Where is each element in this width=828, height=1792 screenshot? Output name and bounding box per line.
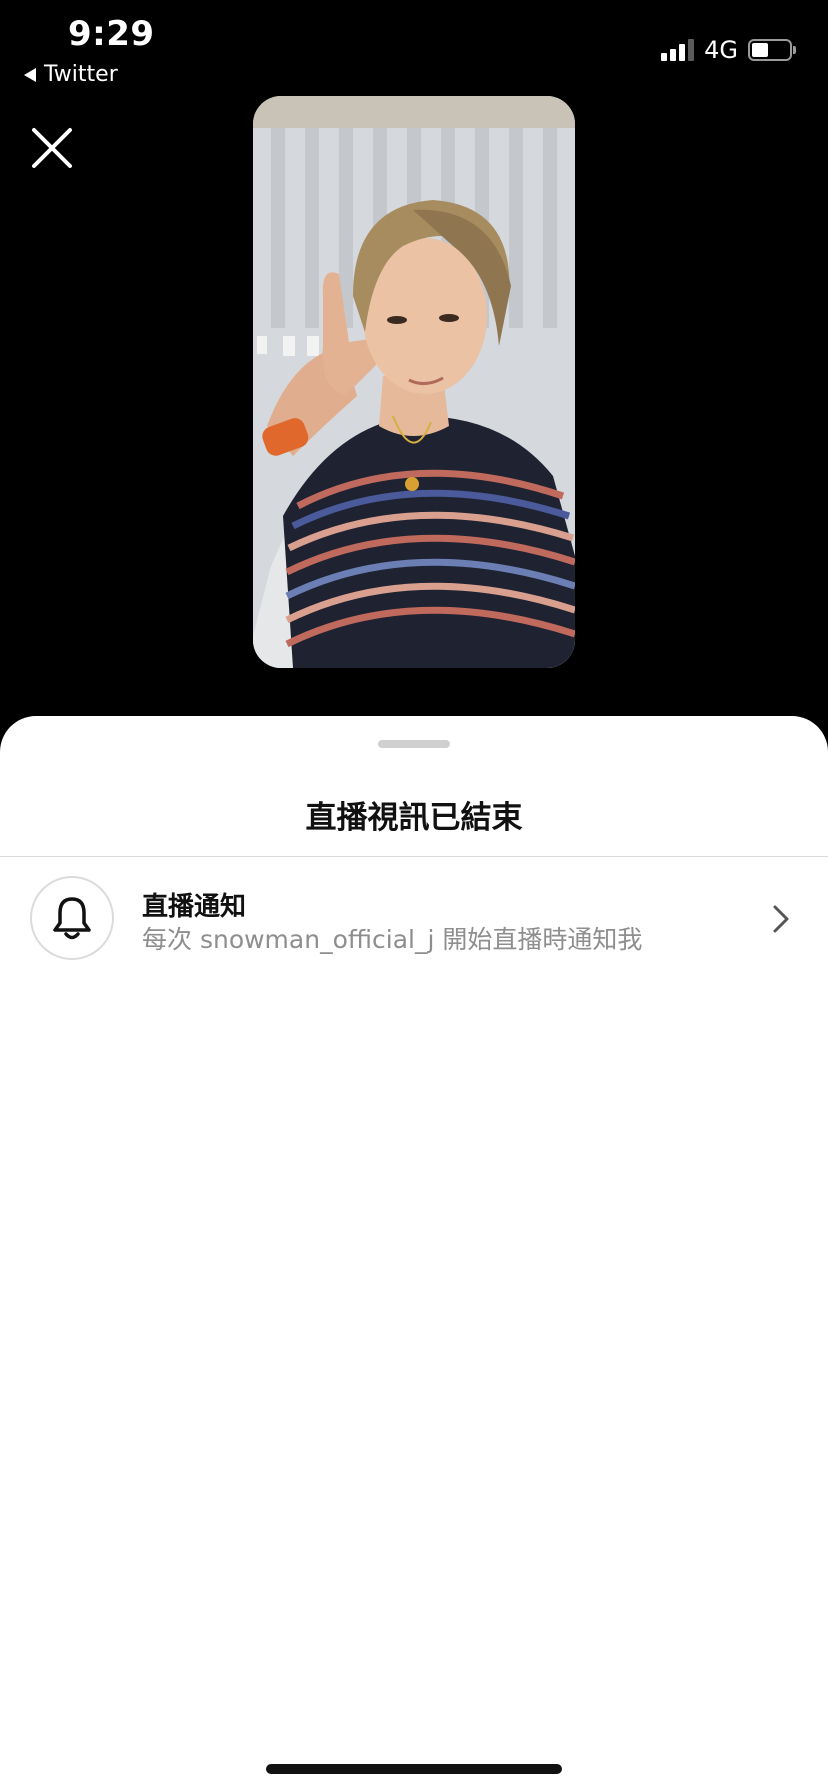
home-indicator[interactable] <box>266 1764 562 1774</box>
sheet-title: 直播視訊已結束 <box>305 800 523 836</box>
network-type: 4G <box>704 36 738 64</box>
cellular-signal-icon <box>661 39 695 61</box>
back-to-app-link[interactable]: Twitter <box>24 62 118 87</box>
bell-icon <box>53 897 91 940</box>
notification-subtitle: 每次 snowman_official_j 開始直播時通知我 <box>142 925 643 954</box>
live-notifications-row[interactable]: 直播通知 每次 snowman_official_j 開始直播時通知我 <box>0 858 828 974</box>
live-video-preview <box>253 96 575 668</box>
back-triangle-icon <box>24 67 36 82</box>
live-ended-sheet: 直播視訊已結束 直播通知 每次 snowman_official_j 開始直播時… <box>0 716 828 1792</box>
live-ended-screen: 9:29 Twitter 4G 直播視訊已結束 直播通知 每次 snowman_… <box>0 0 828 1792</box>
battery-fill <box>752 43 769 57</box>
video-still-image <box>253 96 575 668</box>
divider <box>0 856 828 857</box>
battery-icon <box>748 39 796 61</box>
bell-icon-container <box>30 876 114 960</box>
status-time: 9:29 <box>68 14 155 54</box>
close-button[interactable] <box>30 126 74 170</box>
status-indicators: 4G <box>661 36 796 64</box>
close-icon <box>32 128 72 168</box>
chevron-right-icon <box>773 905 789 933</box>
notification-title: 直播通知 <box>142 892 247 922</box>
sheet-grabber[interactable] <box>378 740 450 748</box>
back-app-label: Twitter <box>44 62 118 87</box>
